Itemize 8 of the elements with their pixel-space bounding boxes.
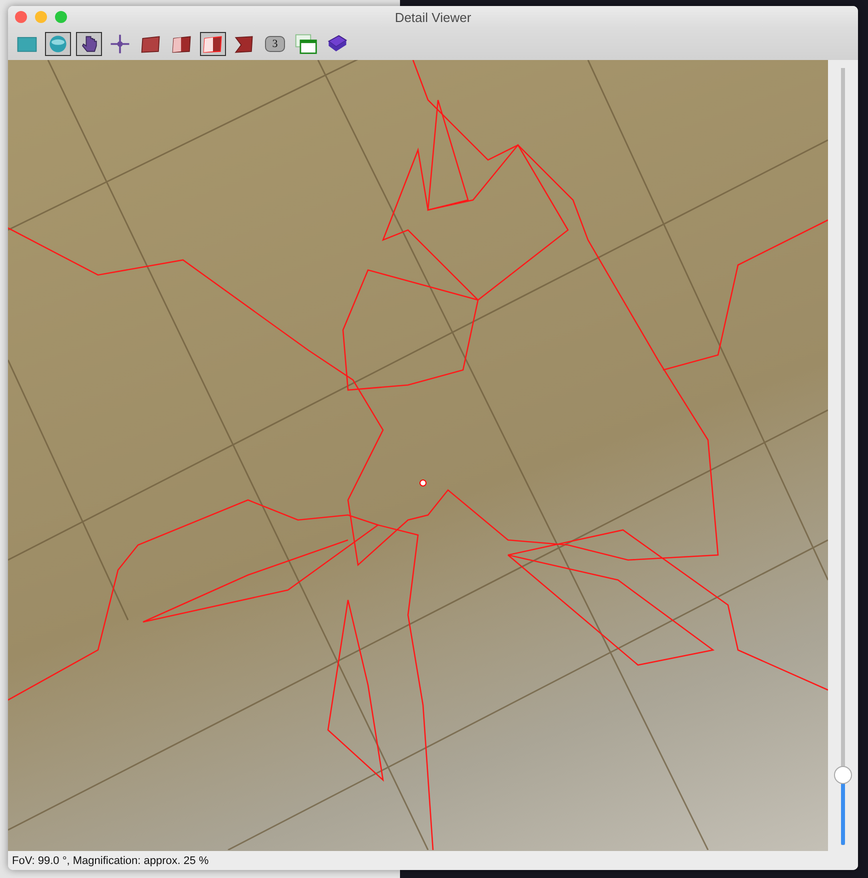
status-bar: FoV: 99.0 °, Magnification: approx. 25 % <box>8 853 858 870</box>
sphere-tool-button[interactable] <box>45 32 71 56</box>
windows-tool-button[interactable] <box>293 32 319 56</box>
panel-tool-button[interactable] <box>200 32 226 56</box>
window-title: Detail Viewer <box>394 10 472 24</box>
hand-pointer-tool-button[interactable] <box>76 32 102 56</box>
slider-thumb[interactable] <box>834 766 852 784</box>
control-point-marker <box>420 480 426 486</box>
